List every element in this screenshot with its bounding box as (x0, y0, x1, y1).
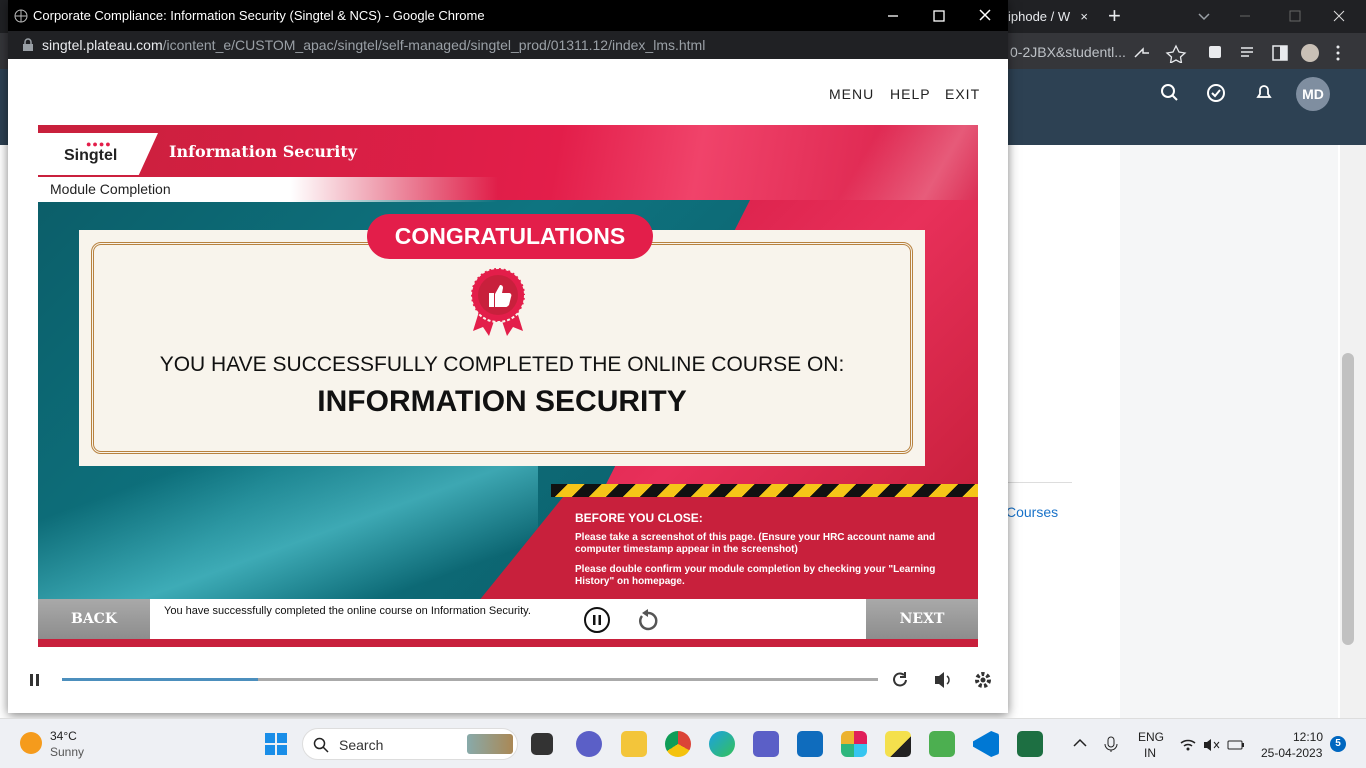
outlook-icon[interactable] (797, 731, 823, 757)
globe-icon (14, 9, 28, 23)
tray-chevron-mic[interactable] (1072, 736, 1122, 752)
task-view-icon[interactable] (531, 733, 553, 755)
pause-icon[interactable] (583, 606, 611, 634)
search-highlight-image (467, 734, 513, 754)
spreadsheet-app-icon[interactable] (929, 731, 955, 757)
before-close-text-2: Please double confirm your module comple… (575, 564, 936, 587)
excel-icon[interactable] (1017, 731, 1043, 757)
teams-icon[interactable] (753, 731, 779, 757)
clock-date[interactable]: 25-04-2023 (1261, 746, 1322, 760)
bottom-accent (38, 639, 978, 647)
progress-fill (62, 678, 258, 681)
thumbs-up-icon (470, 267, 526, 336)
courses-link[interactable]: Courses (1006, 504, 1058, 520)
narration-caption: You have successfully completed the onli… (164, 605, 531, 617)
replay-icon[interactable] (636, 608, 660, 632)
header-icons[interactable] (1160, 83, 1280, 103)
window-title: Corporate Compliance: Information Securi… (33, 8, 485, 23)
bg-tab-close[interactable]: × (1080, 0, 1088, 33)
course-popup-window: Corporate Compliance: Information Securi… (8, 0, 1008, 713)
window-controls[interactable] (1240, 8, 1350, 24)
next-button[interactable]: NEXT (866, 599, 978, 639)
course-title: Information Security (169, 142, 358, 161)
sun-icon (20, 732, 42, 754)
back-button[interactable]: BACK (38, 599, 150, 639)
sticky-notes-icon[interactable] (885, 731, 911, 757)
popup-url-bar[interactable]: singtel.plateau.com/icontent_e/CUSTOM_ap… (8, 31, 1008, 59)
bg-tab-title: iphode / W (1008, 9, 1071, 24)
lang-primary[interactable]: ENG (1138, 730, 1164, 744)
teams-chat-icon[interactable] (576, 731, 602, 757)
player-pause-icon[interactable] (28, 672, 42, 688)
tray-status-icons[interactable] (1180, 737, 1246, 753)
file-explorer-icon[interactable] (621, 731, 647, 757)
clock-time[interactable]: 12:10 (1293, 730, 1323, 744)
player-controls[interactable] (892, 670, 992, 690)
chevron-down-icon[interactable] (1196, 8, 1212, 24)
congratulations-badge: CONGRATULATIONS (367, 214, 653, 259)
notification-badge[interactable]: 5 (1330, 736, 1346, 752)
before-close-heading: BEFORE YOU CLOSE: (575, 511, 703, 525)
divider (1008, 482, 1072, 483)
url-domain: singtel.plateau.com (42, 37, 163, 53)
search-placeholder: Search (339, 737, 384, 753)
hazard-stripe (551, 484, 978, 497)
new-tab-button[interactable]: + (1108, 0, 1121, 32)
logo-text: Singtel (64, 147, 118, 164)
weather-temp[interactable]: 34°C (50, 729, 77, 743)
bg-url[interactable]: 0-2JBX&studentl... (1010, 44, 1126, 60)
weather-desc[interactable]: Sunny (50, 745, 84, 759)
chrome-icon[interactable] (665, 731, 691, 757)
taskbar-search[interactable]: Search (302, 728, 518, 760)
slack-icon[interactable] (841, 731, 867, 757)
browser-toolbar-icons[interactable] (1133, 43, 1343, 63)
avatar[interactable]: MD (1296, 77, 1330, 111)
course-stage: Singtel ●●●● Information Security Module… (38, 125, 978, 647)
scrollbar-thumb[interactable] (1342, 353, 1354, 645)
windows-start-icon[interactable] (264, 732, 288, 756)
help-link[interactable]: HELP (890, 86, 931, 102)
bg-sidebar (1120, 145, 1338, 718)
search-icon (313, 737, 329, 753)
bg-tab[interactable]: iphode / W × (1000, 0, 1098, 33)
popup-window-controls[interactable] (888, 8, 998, 24)
exit-link[interactable]: EXIT (945, 86, 980, 102)
lang-secondary[interactable]: IN (1144, 746, 1156, 760)
menu-link[interactable]: MENU (829, 86, 874, 102)
lock-icon (23, 38, 33, 51)
course-name: INFORMATION SECURITY (317, 385, 687, 418)
completion-message: YOU HAVE SUCCESSFULLY COMPLETED THE ONLI… (159, 353, 845, 376)
edge-icon[interactable] (709, 731, 735, 757)
section-title: Module Completion (38, 177, 498, 202)
singtel-logo: Singtel ●●●● (38, 133, 158, 175)
popup-title-bar: Corporate Compliance: Information Securi… (8, 0, 1008, 31)
url-path: /icontent_e/CUSTOM_apac/singtel/self-man… (162, 37, 706, 53)
before-close-text-1: Please take a screenshot of this page. (… (575, 532, 936, 555)
